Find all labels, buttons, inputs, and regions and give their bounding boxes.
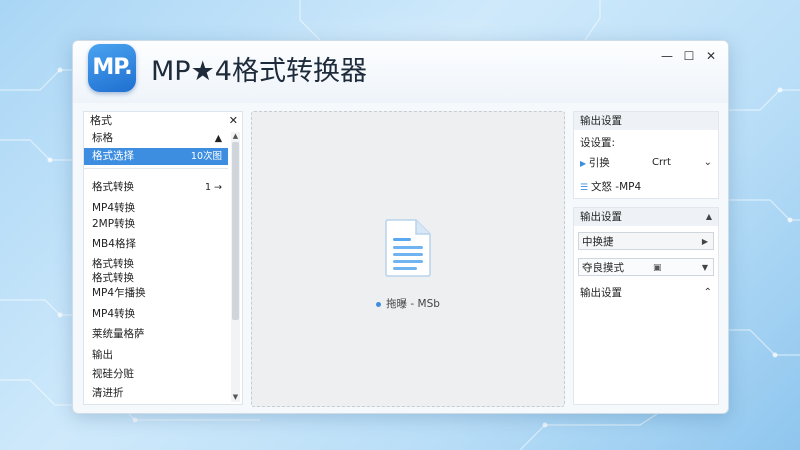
document-icon [385, 219, 431, 277]
list-item-label: MP4转换 [92, 308, 136, 320]
lock-icon: ▣ [653, 263, 662, 273]
list-item-label: MP4转换 [92, 202, 136, 214]
list-item-selected[interactable]: 格式选择 10次图 [84, 148, 228, 165]
scroll-up-arrow-icon[interactable]: ▲ [231, 132, 240, 141]
list-item-label: 标格 [92, 132, 113, 144]
list-item-label: MP4乍播换 [92, 287, 146, 299]
scrollbar[interactable]: ▲ ▼ [231, 132, 240, 402]
list-item-label: 清进折 [92, 387, 124, 399]
list-item-label: 莱统量格萨 [92, 328, 145, 340]
format-list: 标格 ▲ 格式选择 10次图 格式转换 1 → MP4转换 2MP转换 MB4格… [84, 130, 228, 404]
list-item[interactable]: 格式转换 1 → [84, 179, 228, 196]
mode-select[interactable]: 中换捷 ▶ [578, 232, 714, 250]
list-item-label: 格式转换 [92, 181, 134, 193]
list-item-label: 输出 [92, 349, 113, 361]
format-panel-header: 格式 ✕ [84, 112, 242, 130]
list-item-label: 格式转换 [92, 258, 134, 270]
list-item[interactable]: 2MP转换 [84, 216, 228, 233]
chevron-up-icon: ⌃ [703, 287, 712, 298]
list-item[interactable]: 标格 ▲ [84, 130, 228, 147]
status-dot-icon [376, 301, 382, 307]
list-item-label: 视硅分赃 [92, 368, 134, 380]
close-button[interactable]: ✕ [700, 47, 722, 65]
list-item-label: 格式转换 [92, 272, 134, 284]
list-item[interactable]: 清进折 [84, 385, 228, 402]
output-settings-section-2: 输出设置 ▲ 中换捷 ▶ 夺良摸式 ▣ ▼ 输出设置 ⌃ [573, 207, 719, 405]
scrollbar-thumb[interactable] [232, 142, 239, 320]
list-item-arrow: 1 → [204, 182, 222, 193]
file-drop-zone[interactable]: 拖曝 - MSb [251, 111, 565, 407]
drop-zone-caption: 拖曝 - MSb [252, 296, 564, 311]
app-window: MP. MP★4格式转换器 — ☐ ✕ 格式 ✕ 标格 ▲ 格式选择 10次图 … [72, 40, 729, 414]
chevron-up-icon[interactable]: ▲ [706, 208, 712, 226]
chevron-down-icon: ▼ [701, 263, 708, 272]
chevron-down-icon: ⌄ [703, 157, 712, 168]
chevron-up-icon: ▲ [214, 133, 222, 144]
play-icon: ▶ [701, 237, 708, 246]
settings-label: 设设置: [580, 137, 616, 149]
window-controls: — ☐ ✕ [656, 47, 722, 65]
app-title: MP★4格式转换器 [151, 56, 367, 87]
close-icon[interactable]: ✕ [229, 112, 238, 130]
format-row[interactable]: ☰ 文怒 -MP4 [580, 178, 712, 196]
output-settings-panel: 输出设置 设设置: ▶ 引换 Crrt ⌄ ☰ 文怒 -MP4 输出设置 ▲ 中… [573, 111, 719, 405]
app-logo: MP. [88, 44, 136, 92]
play-icon: ▶ [580, 159, 589, 168]
maximize-button[interactable]: ☐ [678, 47, 700, 65]
list-item[interactable]: 视硅分赃 [84, 366, 228, 383]
list-item[interactable]: 输出 [84, 347, 228, 364]
mode-format-select[interactable]: 夺良摸式 ▣ ▼ [578, 258, 714, 276]
conversion-dropdown[interactable]: ▶ 引换 Crrt ⌄ [580, 154, 712, 172]
list-item[interactable]: MP4乍播换 [84, 285, 228, 302]
output-settings-section-1: 输出设置 设设置: ▶ 引换 Crrt ⌄ ☰ 文怒 -MP4 [573, 111, 719, 199]
section-header: 输出设置 ▲ [574, 208, 718, 226]
list-item-label: 2MP转换 [92, 218, 136, 230]
list-item[interactable]: 莱统量格萨 [84, 326, 228, 343]
list-item-badge: 10次图 [190, 151, 222, 162]
list-icon: ☰ [580, 183, 591, 193]
section-header: 输出设置 [574, 112, 718, 130]
format-panel-title: 格式 [90, 114, 112, 127]
list-item-label: MB4格择 [92, 238, 136, 250]
conversion-value: Crrt [652, 157, 671, 168]
title-bar: MP. MP★4格式转换器 — ☐ ✕ [73, 41, 728, 103]
list-item[interactable]: MB4格择 [84, 236, 228, 253]
list-item-label: 格式选择 [92, 150, 134, 162]
output-settings-row[interactable]: 输出设置 ⌃ [580, 284, 712, 302]
divider [84, 168, 228, 169]
scroll-down-arrow-icon[interactable]: ▼ [231, 393, 240, 402]
list-item[interactable]: MP4转换 [84, 306, 228, 323]
minimize-button[interactable]: — [656, 47, 678, 65]
format-panel: 格式 ✕ 标格 ▲ 格式选择 10次图 格式转换 1 → MP4转换 2MP转换 [83, 111, 243, 405]
list-item[interactable]: MP4转换 [84, 200, 228, 217]
